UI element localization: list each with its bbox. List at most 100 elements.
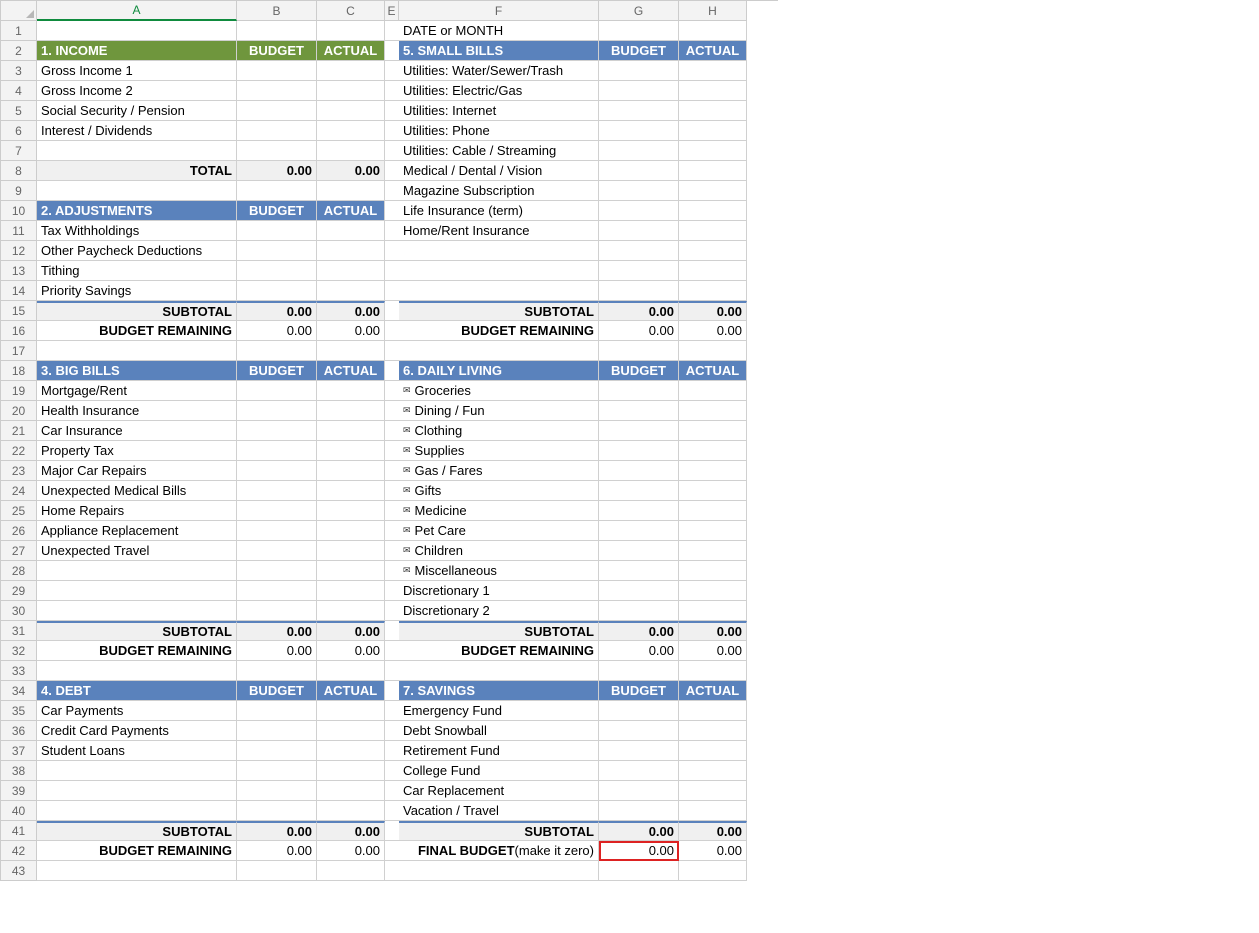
row-header[interactable]: 42 [1,841,37,861]
cell[interactable] [237,341,317,361]
col-header-b[interactable]: B [237,1,317,21]
cell[interactable] [679,421,747,441]
cell[interactable] [399,661,599,681]
cell[interactable] [385,101,399,121]
cell[interactable] [385,541,399,561]
final-budget-label[interactable]: FINAL BUDGET (make it zero) [399,841,599,861]
cell[interactable] [385,361,399,381]
cell[interactable] [599,521,679,541]
cell[interactable] [385,481,399,501]
savings-item[interactable]: Debt Snowball [399,721,599,741]
daily-item[interactable]: ✉Groceries [399,381,599,401]
actual-header[interactable]: ACTUAL [317,681,385,701]
daily-item[interactable]: ✉Pet Care [399,521,599,541]
cell[interactable] [385,661,399,681]
cell[interactable] [317,561,385,581]
cell[interactable] [399,341,599,361]
cell[interactable] [237,461,317,481]
cell[interactable] [237,541,317,561]
cell[interactable] [237,781,317,801]
daily-subtotal-actual[interactable]: 0.00 [679,621,747,641]
cell[interactable] [599,241,679,261]
cell[interactable] [385,581,399,601]
debt-item[interactable]: Credit Card Payments [37,721,237,741]
section-3-title[interactable]: 3. BIG BILLS [37,361,237,381]
row-header[interactable]: 41 [1,821,37,841]
savings-item[interactable]: Vacation / Travel [399,801,599,821]
cell[interactable] [679,801,747,821]
cell[interactable] [679,441,747,461]
cell[interactable] [679,701,747,721]
cell[interactable] [599,341,679,361]
row-header[interactable]: 26 [1,521,37,541]
cell[interactable] [385,141,399,161]
cell[interactable] [599,581,679,601]
cell[interactable] [385,521,399,541]
row-header[interactable]: 39 [1,781,37,801]
bigbills-item[interactable]: Car Insurance [37,421,237,441]
row-header[interactable]: 13 [1,261,37,281]
debt-item[interactable]: Student Loans [37,741,237,761]
smallbills-item[interactable]: Home/Rent Insurance [399,221,599,241]
smallbills-item[interactable] [399,241,599,261]
smallbills-item[interactable] [399,261,599,281]
cell[interactable] [385,721,399,741]
cell[interactable] [317,181,385,201]
row-header[interactable]: 14 [1,281,37,301]
cell[interactable] [679,221,747,241]
cell[interactable] [679,761,747,781]
row-header[interactable]: 31 [1,621,37,641]
budget-header[interactable]: BUDGET [237,41,317,61]
cell[interactable] [317,601,385,621]
cell[interactable] [385,641,399,661]
spreadsheet[interactable]: A B C E F G H 1 DATE or MONTH 2 1. INCOM… [0,0,778,881]
total-label[interactable]: TOTAL [37,161,237,181]
cell[interactable] [599,801,679,821]
cell[interactable] [237,121,317,141]
row-header[interactable]: 2 [1,41,37,61]
col-header-g[interactable]: G [599,1,679,21]
savings-subtotal-actual[interactable]: 0.00 [679,821,747,841]
budget-header[interactable]: BUDGET [237,681,317,701]
cell[interactable] [317,401,385,421]
cell[interactable] [317,221,385,241]
row-header[interactable]: 22 [1,441,37,461]
final-budget-value[interactable]: 0.00 [599,841,679,861]
cell[interactable] [237,521,317,541]
cell[interactable] [237,581,317,601]
section-1-title[interactable]: 1. INCOME [37,41,237,61]
bigbills-item[interactable]: Unexpected Medical Bills [37,481,237,501]
cell[interactable] [237,141,317,161]
cell[interactable] [237,281,317,301]
income-total-budget[interactable]: 0.00 [237,161,317,181]
budget-header[interactable]: BUDGET [599,681,679,701]
cell[interactable] [385,441,399,461]
section-2-title[interactable]: 2. ADJUSTMENTS [37,201,237,221]
cell[interactable] [385,601,399,621]
col-header-e[interactable]: E [385,1,399,21]
row-header[interactable]: 20 [1,401,37,421]
budget-header[interactable]: BUDGET [237,201,317,221]
bigbills-item[interactable]: Unexpected Travel [37,541,237,561]
row-header[interactable]: 18 [1,361,37,381]
cell[interactable] [37,861,237,881]
subtotal-label[interactable]: SUBTOTAL [37,621,237,641]
smallbills-remaining-actual[interactable]: 0.00 [679,321,747,341]
cell[interactable] [237,741,317,761]
row-header[interactable]: 5 [1,101,37,121]
row-header[interactable]: 35 [1,701,37,721]
smallbills-item[interactable]: Utilities: Phone [399,121,599,141]
cell[interactable] [599,261,679,281]
cell[interactable] [599,761,679,781]
cell[interactable] [237,21,317,41]
bigbills-subtotal-budget[interactable]: 0.00 [237,621,317,641]
cell[interactable] [679,481,747,501]
cell[interactable] [385,321,399,341]
row-header[interactable]: 29 [1,581,37,601]
cell[interactable] [679,401,747,421]
col-header-c[interactable]: C [317,1,385,21]
cell[interactable] [317,501,385,521]
row-header[interactable]: 33 [1,661,37,681]
cell[interactable] [599,181,679,201]
budget-header[interactable]: BUDGET [237,361,317,381]
